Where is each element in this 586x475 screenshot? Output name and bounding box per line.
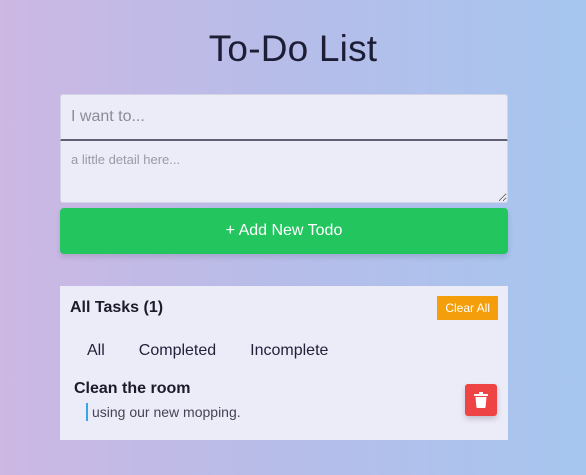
filter-incomplete[interactable]: Incomplete xyxy=(233,342,345,360)
filter-all[interactable]: All xyxy=(70,342,122,360)
todo-item[interactable]: Clean the room using our new mopping. xyxy=(74,380,498,421)
todo-item-detail: using our new mopping. xyxy=(86,403,498,421)
tasks-header: All Tasks (1) xyxy=(70,299,164,316)
page-title: To-Do List xyxy=(208,28,378,69)
filter-tabs: All Completed Incomplete xyxy=(70,342,345,360)
todo-item-title: Clean the room xyxy=(74,380,191,397)
filter-completed[interactable]: Completed xyxy=(122,342,233,360)
todo-detail-textarea[interactable] xyxy=(60,141,508,203)
clear-all-button[interactable]: Clear All xyxy=(437,296,498,320)
todo-title-input[interactable] xyxy=(60,94,508,141)
trash-icon xyxy=(474,392,488,408)
add-todo-button[interactable]: + Add New Todo xyxy=(60,208,508,254)
todo-form xyxy=(60,94,508,203)
tasks-panel: All Tasks (1) Clear All All Completed In… xyxy=(60,286,508,440)
delete-todo-button[interactable] xyxy=(465,384,497,416)
